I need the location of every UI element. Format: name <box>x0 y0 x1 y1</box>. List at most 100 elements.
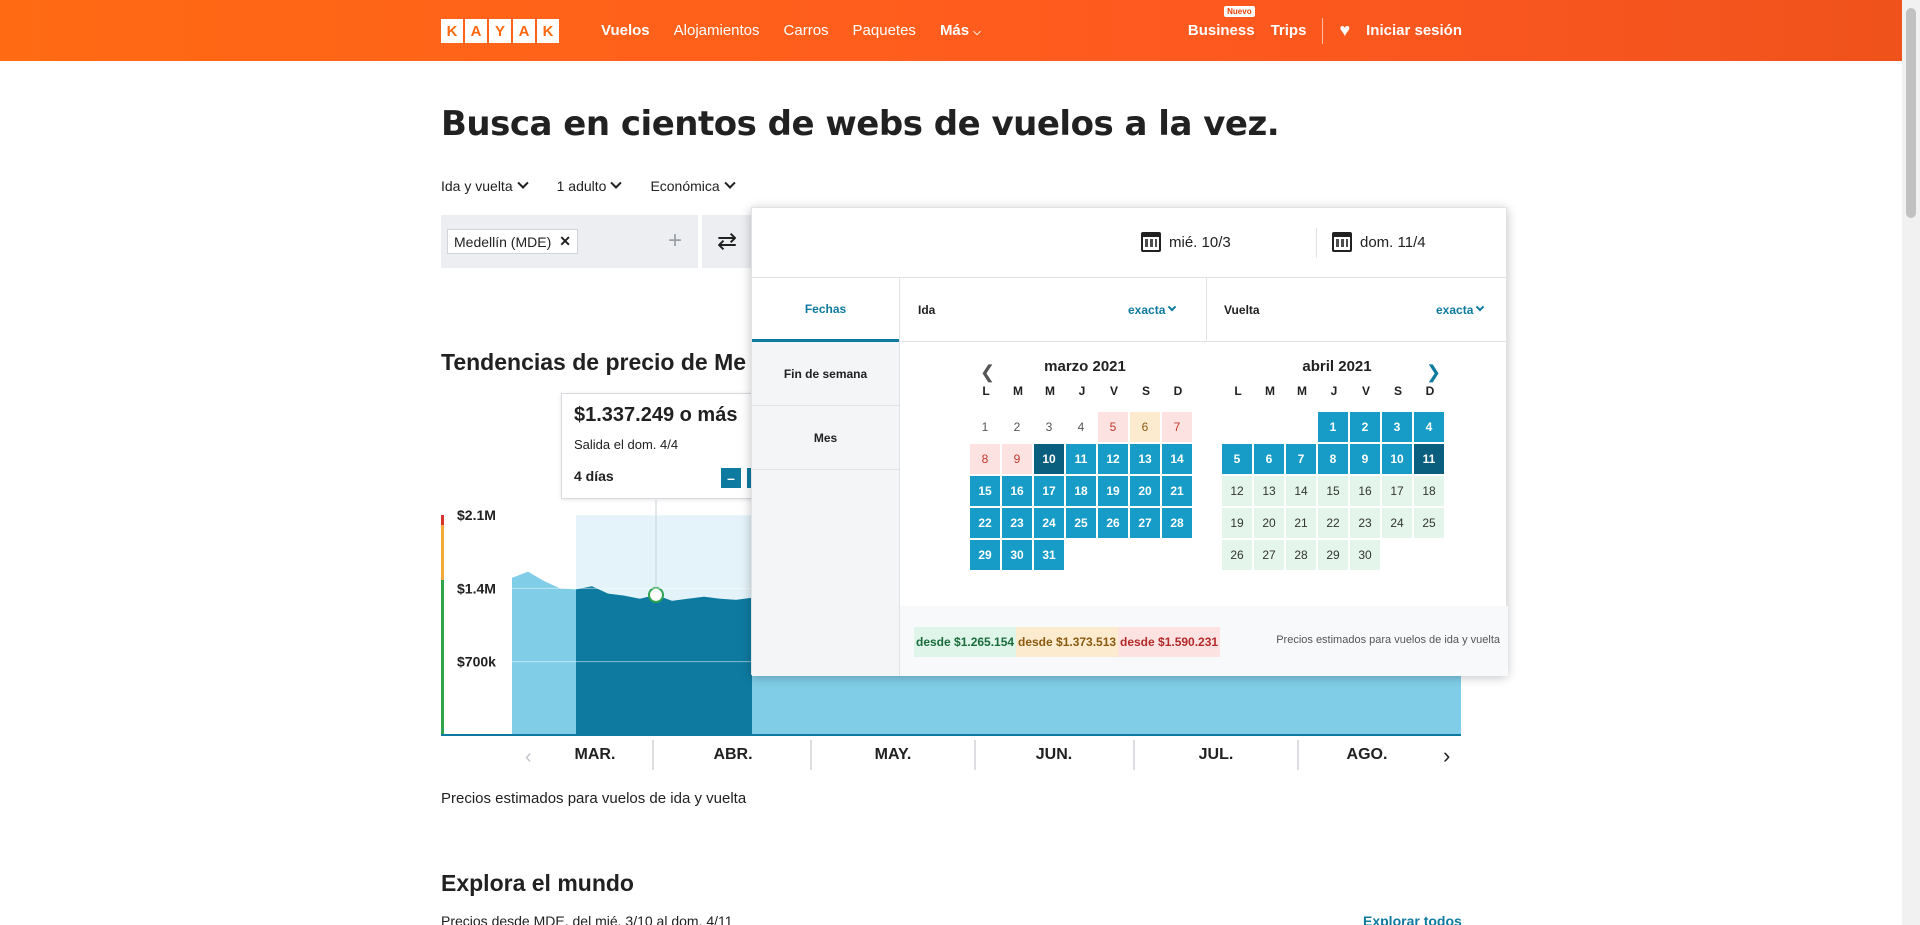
calendar-day[interactable]: 28 <box>1162 508 1192 538</box>
calendar-day[interactable]: 2 <box>1002 412 1032 442</box>
selected-range-area <box>576 586 752 735</box>
calendar-day[interactable]: 21 <box>1286 508 1316 538</box>
calendar-day[interactable]: 30 <box>1350 540 1380 570</box>
calendar-day[interactable]: 30 <box>1002 540 1032 570</box>
depart-flex-select[interactable]: exacta <box>1128 302 1177 317</box>
login-link[interactable]: Iniciar sesión <box>1366 22 1462 39</box>
calendar-day[interactable]: 3 <box>1382 412 1412 442</box>
passengers-select[interactable]: 1 adulto <box>557 177 623 194</box>
calendar-day[interactable]: 19 <box>1098 476 1128 506</box>
calendar-day[interactable]: 12 <box>1222 476 1252 506</box>
calendar-day[interactable]: 4 <box>1066 412 1096 442</box>
prev-range-arrow-icon[interactable]: ‹ <box>525 746 532 768</box>
swap-button[interactable]: ⇄ <box>702 215 752 268</box>
nav-alojamientos[interactable]: Alojamientos <box>674 22 760 39</box>
nav-paquetes[interactable]: Paquetes <box>853 22 916 39</box>
nav-vuelos[interactable]: Vuelos <box>601 22 650 39</box>
calendar-day[interactable]: 18 <box>1414 476 1444 506</box>
explore-all-link[interactable]: Explorar todos <box>1363 913 1462 925</box>
scrollbar-thumb[interactable] <box>1906 8 1916 218</box>
calendar-day[interactable]: 27 <box>1254 540 1284 570</box>
next-range-arrow-icon[interactable]: › <box>1443 743 1450 768</box>
calendar-day[interactable]: 27 <box>1130 508 1160 538</box>
calendar-day[interactable]: 26 <box>1222 540 1252 570</box>
calendar-day[interactable]: 29 <box>1318 540 1348 570</box>
calendar-day[interactable]: 25 <box>1414 508 1444 538</box>
calendar-day[interactable]: 26 <box>1098 508 1128 538</box>
calendar-day[interactable]: 24 <box>1382 508 1412 538</box>
return-flex-select[interactable]: exacta <box>1436 302 1485 317</box>
tab-mes[interactable]: Mes <box>752 406 899 470</box>
calendar-day[interactable]: 4 <box>1414 412 1444 442</box>
calendar-day[interactable]: 10 <box>1382 444 1412 474</box>
calendar-day[interactable]: 1 <box>1318 412 1348 442</box>
close-icon[interactable]: ✕ <box>559 233 571 250</box>
weekday-header: LMMJVSD <box>1222 384 1452 406</box>
tab-fechas[interactable]: Fechas <box>752 278 899 342</box>
calendar-day[interactable]: 20 <box>1254 508 1284 538</box>
calendar-day[interactable]: 7 <box>1162 412 1192 442</box>
calendar-day[interactable]: 10 <box>1034 444 1064 474</box>
calendar-day[interactable]: 14 <box>1162 444 1192 474</box>
business-link[interactable]: Business Nuevo <box>1188 6 1255 39</box>
nav-mas[interactable]: Más ⌵ <box>940 22 981 39</box>
depart-date-field[interactable]: mié. 10/3 <box>1141 232 1231 252</box>
trip-type-select[interactable]: Ida y vuelta <box>441 177 529 194</box>
calendar-day[interactable]: 11 <box>1414 444 1444 474</box>
calendar-day[interactable]: 28 <box>1286 540 1316 570</box>
calendar-day[interactable]: 8 <box>970 444 1000 474</box>
calendar-day[interactable]: 18 <box>1066 476 1096 506</box>
calendar-day[interactable]: 12 <box>1098 444 1128 474</box>
calendar-day[interactable]: 29 <box>970 540 1000 570</box>
calendar-day[interactable]: 19 <box>1222 508 1252 538</box>
decrease-duration-button[interactable]: – <box>721 468 741 488</box>
calendar-day[interactable]: 16 <box>1002 476 1032 506</box>
chevron-down-icon: ⌵ <box>973 27 981 38</box>
calendar-day[interactable]: 31 <box>1034 540 1064 570</box>
plus-icon[interactable]: + <box>668 227 682 255</box>
calendar-day[interactable]: 6 <box>1254 444 1284 474</box>
calendar-day[interactable]: 16 <box>1350 476 1380 506</box>
tab-fin-de-semana[interactable]: Fin de semana <box>752 342 899 406</box>
x-month-label: JUN. <box>1036 746 1072 763</box>
calendar-day[interactable]: 8 <box>1318 444 1348 474</box>
calendar-day[interactable]: 20 <box>1130 476 1160 506</box>
calendar-day[interactable]: 22 <box>1318 508 1348 538</box>
return-flex-label: exacta <box>1436 302 1474 317</box>
calendar-day[interactable]: 1 <box>970 412 1000 442</box>
return-date-value: dom. 11/4 <box>1360 233 1426 251</box>
search-options: Ida y vuelta 1 adulto Económica <box>441 177 736 194</box>
calendar-day[interactable]: 2 <box>1350 412 1380 442</box>
page-scrollbar[interactable] <box>1902 0 1920 925</box>
calendar-day[interactable]: 9 <box>1350 444 1380 474</box>
calendar-day[interactable]: 9 <box>1002 444 1032 474</box>
calendar-day[interactable]: 5 <box>1098 412 1128 442</box>
calendar-day[interactable]: 14 <box>1286 476 1316 506</box>
calendar-day[interactable]: 5 <box>1222 444 1252 474</box>
calendar-day[interactable]: 7 <box>1286 444 1316 474</box>
new-badge: Nuevo <box>1224 6 1255 17</box>
calendar-day[interactable]: 24 <box>1034 508 1064 538</box>
nav-carros[interactable]: Carros <box>784 22 829 39</box>
calendar-day[interactable]: 13 <box>1254 476 1284 506</box>
calendar-day[interactable]: 15 <box>970 476 1000 506</box>
calendar-day[interactable]: 17 <box>1034 476 1064 506</box>
calendar-day[interactable]: 23 <box>1350 508 1380 538</box>
calendar-day[interactable]: 13 <box>1130 444 1160 474</box>
calendar-day[interactable]: 21 <box>1162 476 1192 506</box>
calendar-day[interactable]: 6 <box>1130 412 1160 442</box>
heart-icon[interactable]: ♥ <box>1339 20 1350 41</box>
calendar-day[interactable]: 25 <box>1066 508 1096 538</box>
trips-link[interactable]: Trips <box>1271 22 1307 39</box>
calendar-day[interactable]: 11 <box>1066 444 1096 474</box>
origin-field[interactable]: Medellín (MDE) ✕ + <box>441 215 698 268</box>
price-tooltip: $1.337.249 o más Salida el dom. 4/4 4 dí… <box>561 393 761 499</box>
cabin-class-select[interactable]: Económica <box>650 177 736 194</box>
return-date-field[interactable]: dom. 11/4 <box>1332 232 1426 252</box>
calendar-day[interactable]: 3 <box>1034 412 1064 442</box>
calendar-day[interactable]: 15 <box>1318 476 1348 506</box>
calendar-day[interactable]: 23 <box>1002 508 1032 538</box>
calendar-day[interactable]: 22 <box>970 508 1000 538</box>
calendar-day[interactable]: 17 <box>1382 476 1412 506</box>
kayak-logo[interactable]: K A Y A K <box>441 19 559 43</box>
